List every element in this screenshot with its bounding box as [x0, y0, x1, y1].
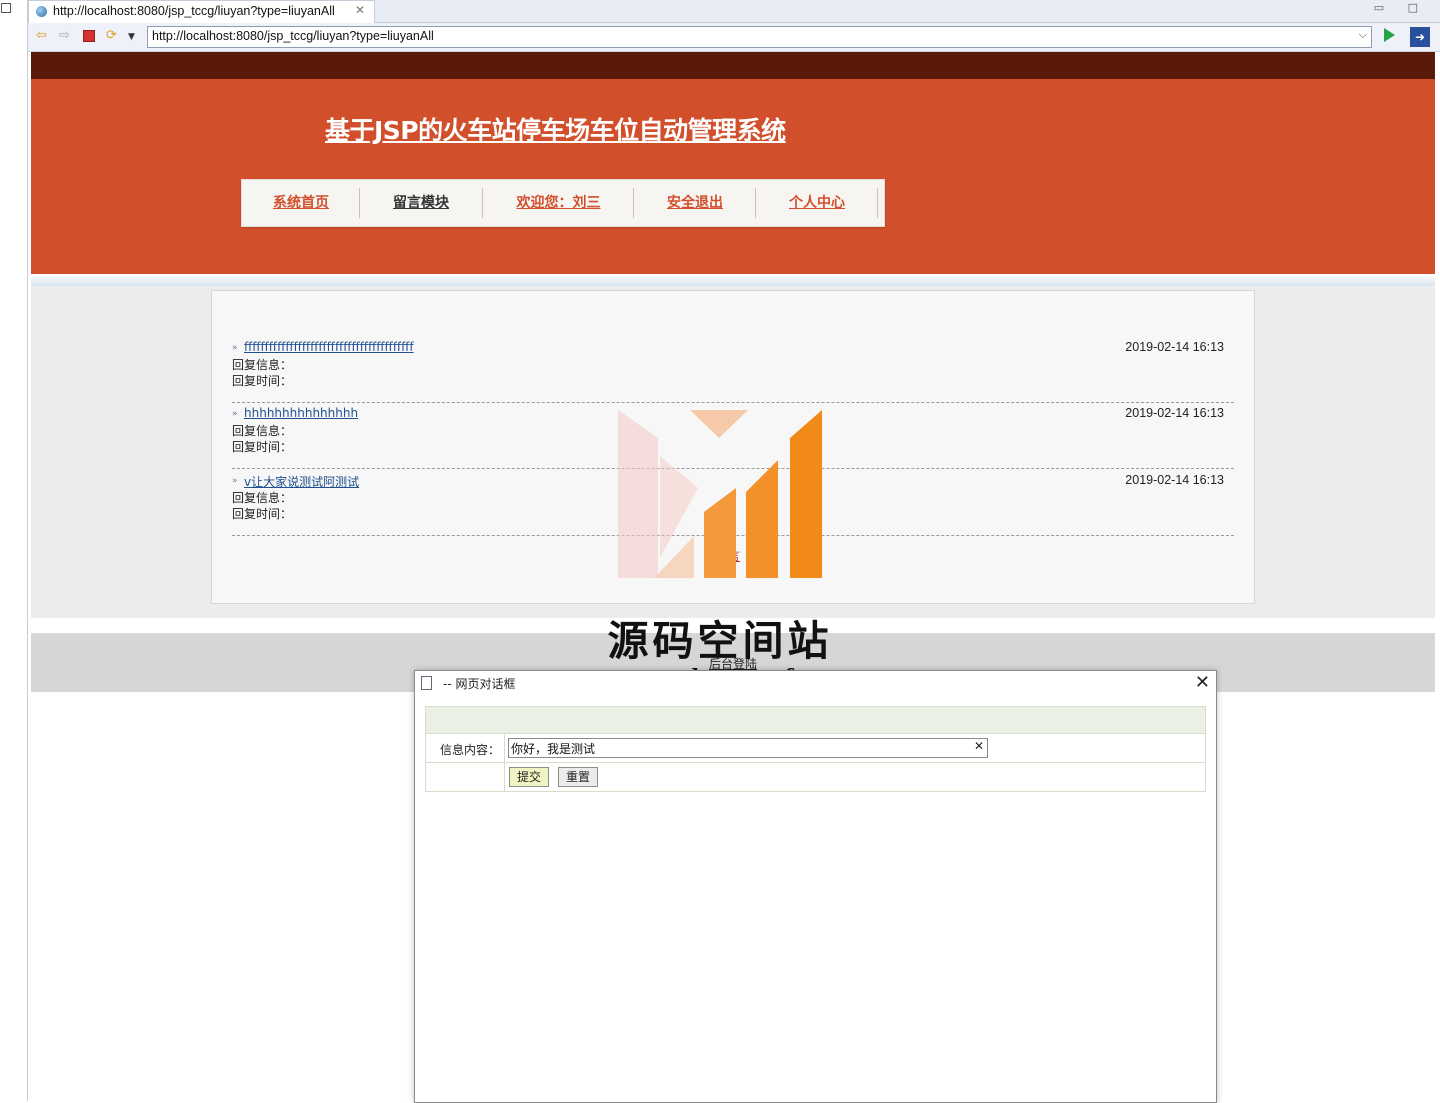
submit-button[interactable]: 提交	[509, 767, 550, 787]
header-banner	[31, 79, 1435, 274]
watermark-shape	[618, 410, 658, 578]
reset-button[interactable]: 重置	[558, 767, 599, 787]
menu-item-welcome[interactable]: 欢迎您：刘三	[483, 180, 634, 226]
watermark-shape	[690, 410, 748, 438]
message-date: 2019-02-14 16:13	[1125, 340, 1224, 354]
dialog-title: -- 网页对话框	[443, 677, 516, 691]
browser-nav-toolbar: ⇦ ⇨ ⟳ ▼ http://localhost:8080/jsp_tccg/l…	[28, 23, 1440, 52]
message-item: » ffffffffffffffffffffffffffffffffffffff…	[232, 336, 1234, 403]
reply-time-label: 回复时间：	[232, 440, 293, 454]
form-header	[426, 707, 1205, 734]
top-bar	[31, 52, 1435, 79]
menu-item-messages[interactable]: 留言模块	[360, 180, 482, 226]
forward-icon[interactable]: ⇨	[59, 28, 70, 44]
window-controls[interactable]: ▭ □	[1374, 1, 1428, 14]
browser-tab-bar: http://localhost:8080/jsp_tccg/liuyan?ty…	[28, 0, 1440, 23]
page-icon	[421, 676, 432, 690]
menu-divider	[877, 188, 878, 218]
form-column-divider	[504, 734, 505, 791]
reply-time-label: 回复时间：	[232, 507, 293, 521]
clear-icon[interactable]: ✕	[974, 739, 984, 753]
menu-item-profile[interactable]: 个人中心	[756, 180, 878, 226]
external-browser-icon[interactable]: ➜	[1410, 27, 1430, 47]
bullet-icon: »	[232, 476, 238, 486]
site-title[interactable]: 基于JSP的火车站停车场车位自动管理系统	[325, 111, 786, 147]
message-form: 信息内容： 你好，我是测试 ✕ 提交 重置	[425, 706, 1206, 792]
reply-info-label: 回复信息：	[232, 491, 293, 505]
message-title-link[interactable]: v让大家说测试阿测试	[244, 473, 359, 490]
message-date: 2019-02-14 16:13	[1125, 473, 1224, 487]
watermark-shape	[704, 488, 736, 578]
close-icon[interactable]: ✕	[1195, 672, 1210, 693]
history-dropdown-icon[interactable]: ▼	[128, 29, 135, 45]
watermark-text: 源码空间站	[607, 617, 833, 665]
address-bar-url: http://localhost:8080/jsp_tccg/liuyan?ty…	[152, 29, 434, 43]
menu-item-home[interactable]: 系统首页	[242, 180, 360, 226]
collapse-icon[interactable]	[1, 3, 11, 13]
address-bar[interactable]: http://localhost:8080/jsp_tccg/liuyan?ty…	[147, 26, 1372, 48]
globe-icon	[36, 6, 47, 17]
address-dropdown-icon[interactable]: ⌵	[1359, 28, 1367, 42]
left-gutter	[0, 0, 28, 1101]
tab-close-icon[interactable]: ✕	[355, 3, 365, 17]
watermark-shape	[790, 410, 822, 578]
message-title-link[interactable]: ffffffffffffffffffffffffffffffffffffffff…	[244, 340, 414, 354]
content-input[interactable]: 你好，我是测试 ✕	[508, 738, 988, 758]
reply-time-label: 回复时间：	[232, 374, 293, 388]
message-date: 2019-02-14 16:13	[1125, 406, 1224, 420]
reply-info-label: 回复信息：	[232, 424, 293, 438]
web-dialog: -- 网页对话框 ✕ 信息内容： 你好，我是测试 ✕ 提交 重置	[414, 670, 1217, 1103]
message-title-link[interactable]: hhhhhhhhhhhhhhh	[244, 406, 358, 420]
header-stripe	[31, 274, 1435, 286]
bullet-icon: »	[232, 409, 238, 419]
content-field-label: 信息内容：	[440, 743, 501, 757]
go-icon[interactable]	[1384, 28, 1395, 42]
watermark-logo	[618, 410, 822, 578]
browser-tab[interactable]: http://localhost:8080/jsp_tccg/liuyan?ty…	[28, 0, 375, 23]
content-input-value: 你好，我是测试	[511, 742, 596, 756]
main-menu: 系统首页 留言模块 欢迎您：刘三 安全退出 个人中心	[241, 179, 885, 227]
reply-info-label: 回复信息：	[232, 358, 293, 372]
bullet-icon: »	[232, 343, 238, 353]
back-icon[interactable]: ⇦	[36, 28, 47, 44]
watermark-shape	[746, 460, 778, 578]
browser-tab-title: http://localhost:8080/jsp_tccg/liuyan?ty…	[53, 4, 335, 18]
menu-item-logout[interactable]: 安全退出	[634, 180, 756, 226]
stop-icon[interactable]	[83, 30, 95, 42]
refresh-icon[interactable]: ⟳	[106, 28, 117, 44]
